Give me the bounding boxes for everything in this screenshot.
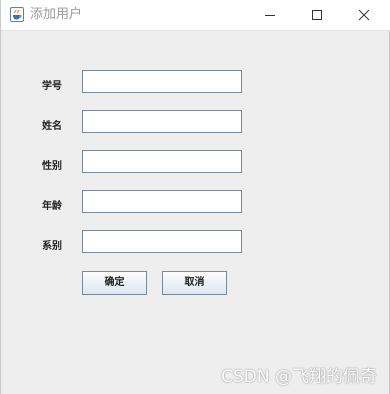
java-cup-icon <box>10 7 24 22</box>
name-input[interactable] <box>82 110 242 133</box>
name-label: 姓名 <box>42 121 62 132</box>
department-input[interactable] <box>82 230 242 253</box>
add-user-window: 添加用户 学号 姓名 性别 年龄 系别 确定 取消 CSDN @飞翔的佩奇 <box>0 0 390 394</box>
close-icon <box>358 9 370 21</box>
close-button[interactable] <box>341 0 387 30</box>
maximize-button[interactable] <box>294 0 340 30</box>
gender-label: 性别 <box>42 161 62 172</box>
maximize-icon <box>312 10 322 20</box>
watermark: CSDN @飞翔的佩奇 <box>221 367 377 387</box>
student-id-input[interactable] <box>82 70 242 93</box>
confirm-button[interactable]: 确定 <box>82 271 147 295</box>
cancel-button[interactable]: 取消 <box>162 271 227 295</box>
minimize-button[interactable] <box>247 0 293 30</box>
form-panel: 学号 姓名 性别 年龄 系别 确定 取消 CSDN @飞翔的佩奇 <box>1 31 390 394</box>
window-title: 添加用户 <box>30 7 83 22</box>
age-input[interactable] <box>82 190 242 213</box>
minimize-icon <box>265 15 275 16</box>
department-label: 系别 <box>42 241 62 252</box>
age-label: 年龄 <box>42 201 62 212</box>
student-id-label: 学号 <box>42 81 62 92</box>
gender-input[interactable] <box>82 150 242 173</box>
title-bar[interactable]: 添加用户 <box>1 0 390 31</box>
